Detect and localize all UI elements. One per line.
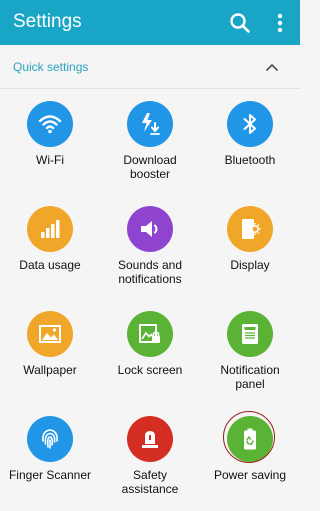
- quick-setting-label: Download booster: [123, 153, 177, 181]
- quick-setting-label: Sounds and notifications: [117, 258, 183, 286]
- quick-settings-header[interactable]: Quick settings: [0, 45, 300, 89]
- quick-setting-notification-panel[interactable]: Notification panel: [200, 299, 300, 404]
- quick-setting-safety-assistance[interactable]: Safety assistance: [100, 404, 200, 509]
- quick-setting-display[interactable]: Display: [200, 194, 300, 299]
- quick-setting-wallpaper[interactable]: Wallpaper: [0, 299, 100, 404]
- quick-setting-bluetooth[interactable]: Bluetooth: [200, 89, 300, 194]
- quick-setting-label: Power saving: [213, 468, 287, 482]
- quick-setting-lock-screen[interactable]: Lock screen: [100, 299, 200, 404]
- notification-panel-icon: [227, 311, 273, 357]
- sound-icon: [127, 206, 173, 252]
- quick-setting-label: Safety assistance: [121, 468, 179, 496]
- highlight-ring: [223, 411, 275, 463]
- quick-setting-label: Lock screen: [117, 363, 183, 377]
- quick-setting-wifi[interactable]: Wi-Fi: [0, 89, 100, 194]
- quick-setting-label: Bluetooth: [224, 153, 276, 167]
- quick-setting-label: Wi-Fi: [36, 153, 64, 167]
- quick-setting-data-usage[interactable]: Data usage: [0, 194, 100, 299]
- safety-alert-icon: [127, 416, 173, 462]
- search-icon[interactable]: [228, 11, 252, 35]
- fingerprint-icon: [27, 416, 73, 462]
- app-bar: Settings: [0, 0, 300, 45]
- bluetooth-icon: [227, 101, 273, 147]
- display-icon: [227, 206, 273, 252]
- quick-setting-label: Finger Scanner: [8, 468, 92, 482]
- quick-setting-label: Wallpaper: [23, 363, 77, 377]
- quick-setting-label: Display: [230, 258, 270, 272]
- more-vertical-icon[interactable]: [270, 11, 290, 35]
- download-booster-icon: [127, 101, 173, 147]
- quick-setting-sounds-notifications[interactable]: Sounds and notifications: [100, 194, 200, 299]
- quick-setting-download-booster[interactable]: Download booster: [100, 89, 200, 194]
- data-usage-icon: [27, 206, 73, 252]
- wallpaper-icon: [27, 311, 73, 357]
- quick-setting-label: Notification panel: [220, 363, 280, 391]
- quick-setting-finger-scanner[interactable]: Finger Scanner: [0, 404, 100, 509]
- lock-screen-icon: [127, 311, 173, 357]
- quick-settings-label: Quick settings: [13, 60, 89, 74]
- wifi-icon: [27, 101, 73, 147]
- page-title: Settings: [13, 11, 82, 32]
- chevron-up-icon[interactable]: [264, 59, 280, 75]
- quick-setting-label: Data usage: [19, 258, 81, 272]
